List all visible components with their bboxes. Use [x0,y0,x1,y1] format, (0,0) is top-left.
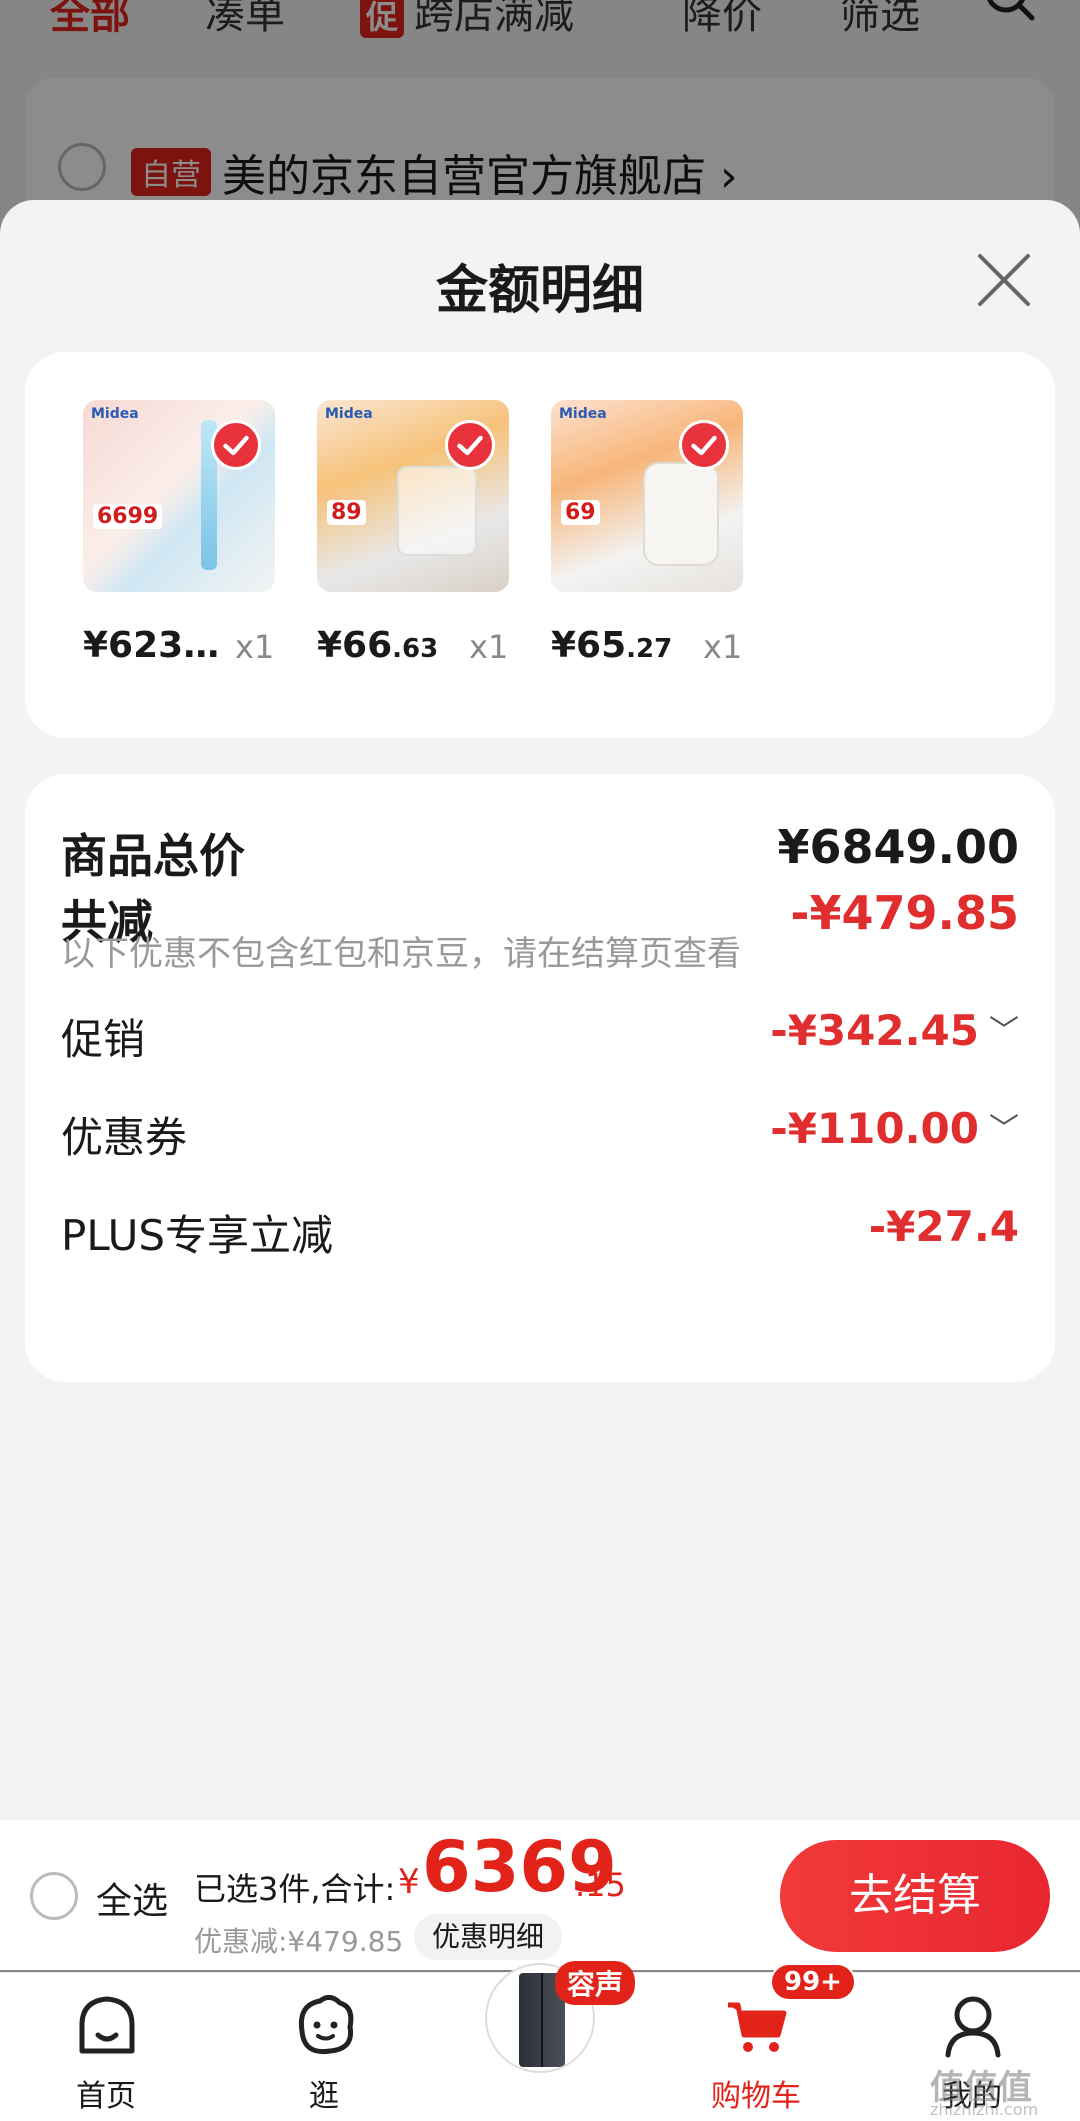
promo-price-tag: 69 [561,500,600,525]
promotion-value[interactable]: -¥342.45 ﹀ [770,1006,1019,1055]
select-all-radio[interactable] [30,1872,78,1920]
product-item[interactable]: Midea 69 ¥65.27 x1 [551,400,751,690]
smile-face-icon [298,1995,354,2055]
bottom-nav: 首页 逛 容声 购物车 99+ 我的 [0,1961,1080,2121]
promo-price-tag: 89 [327,500,366,525]
product-quantity: x1 [235,628,275,666]
chevron-down-icon: ﹀ [989,1014,1019,1049]
watermark-url: zhizhizhi.com [930,2100,1039,2119]
sheet-title: 金额明细 [435,261,644,321]
checked-icon[interactable] [445,420,495,470]
checkout-button[interactable]: 去结算 [780,1840,1050,1952]
brand-logo: Midea [325,406,373,422]
total-reduction-value: -¥479.85 [790,886,1019,940]
currency-symbol: ¥ [398,1862,420,1902]
product-price: ¥623… [83,625,220,666]
total-amount-decimal: .15 [575,1866,626,1904]
nav-label: 首页 [76,2079,136,2114]
nav-item-home[interactable]: 首页 [26,1973,186,2121]
products-card: Midea 6699 ¥623… x1 Midea 89 ¥66.63 x1 M… [25,352,1055,738]
promo-price-tag: 6699 [93,504,163,529]
discount-summary: 优惠减:¥479.85 [194,1925,404,1958]
product-price: ¥66.63 [317,625,439,666]
brand-logo: Midea [559,406,607,422]
product-quantity: x1 [703,628,743,666]
promotion-label: 促销 [61,1015,146,1064]
user-icon [945,1996,1001,2058]
amount-detail-sheet: 金额明细 Midea 6699 ¥623… x1 Midea 89 ¥66.63… [0,200,1080,1820]
coupon-value[interactable]: -¥110.00 ﹀ [770,1104,1019,1153]
product-quantity: x1 [469,628,509,666]
close-icon[interactable] [974,250,1034,310]
product-price: ¥65.27 [551,625,673,666]
product-item[interactable]: Midea 6699 ¥623… x1 [83,400,283,690]
nav-label: 逛 [309,2079,339,2114]
cart-count-badge: 99+ [770,1963,856,2001]
brand-logo: Midea [91,406,139,422]
coupon-label: 优惠券 [61,1113,188,1162]
kettle-image [397,466,477,556]
cart-icon [728,2002,787,2052]
kettle-image [643,462,719,566]
discount-detail-button[interactable]: 优惠明细 [414,1914,563,1960]
chevron-down-icon: ﹀ [989,1112,1019,1147]
total-price-label: 商品总价 [61,829,245,883]
checkout-bar: 全选 已选3件,合计: ¥ 6369 .15 优惠减:¥479.85 优惠明细 … [0,1820,1080,1970]
selected-summary: 已选3件,合计: [194,1870,396,1908]
home-icon [79,1996,135,2054]
nav-item-browse[interactable]: 逛 [244,1973,404,2121]
plus-discount-value: -¥27.4 [868,1202,1019,1251]
plus-discount-label: PLUS专享立减 [61,1211,334,1260]
amount-detail-card: 商品总价 ¥6849.00 共减 -¥479.85 以下优惠不包含红包和京豆，请… [25,774,1055,1382]
total-price-value: ¥6849.00 [777,820,1019,874]
featured-brand-tag: 容声 [555,1961,636,2005]
checked-icon[interactable] [679,420,729,470]
product-item[interactable]: Midea 89 ¥66.63 x1 [317,400,517,690]
nav-label: 购物车 [711,2079,801,2114]
select-all-label[interactable]: 全选 [96,1872,168,1924]
checked-icon[interactable] [211,420,261,470]
reduction-note: 以下优惠不包含红包和京豆，请在结算页查看 [61,934,741,974]
